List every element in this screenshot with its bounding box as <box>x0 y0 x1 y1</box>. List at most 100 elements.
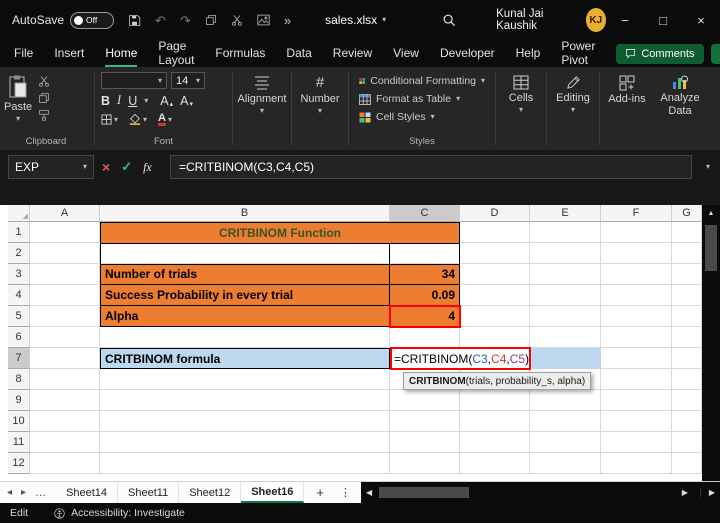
comments-button[interactable]: Comments <box>616 43 704 64</box>
cell-c3-value[interactable]: 34 <box>390 265 459 285</box>
tab-help[interactable]: Help <box>516 40 541 67</box>
scroll-right-icon[interactable]: ▶ <box>682 488 688 497</box>
tab-formulas[interactable]: Formulas <box>215 40 265 67</box>
tab-view[interactable]: View <box>393 40 419 67</box>
name-box[interactable]: EXP ▾ <box>8 155 94 179</box>
tab-power-pivot[interactable]: Power Pivot <box>561 39 595 67</box>
row-header-3[interactable]: 3 <box>8 264 30 285</box>
font-name-select[interactable]: ▾ <box>101 72 167 89</box>
row-header-11[interactable]: 11 <box>8 432 30 453</box>
row-header-5[interactable]: 5 <box>8 306 30 327</box>
insert-function-button[interactable]: fx <box>143 160 152 175</box>
accessibility-icon[interactable] <box>54 507 65 519</box>
decrease-font-size-button[interactable]: A ▾ <box>180 94 193 108</box>
column-header-e[interactable]: E <box>530 205 601 222</box>
addins-button[interactable]: Add-ins <box>606 72 648 105</box>
cell-styles-button[interactable]: Cell Styles ▾ <box>355 108 489 126</box>
paste-button[interactable]: Paste ▾ <box>4 72 32 123</box>
prev-sheet-icon[interactable]: ◂ <box>7 487 12 498</box>
column-header-b[interactable]: B <box>100 205 390 222</box>
table-title-cell[interactable]: CRITBINOM Function <box>101 223 459 244</box>
column-header-f[interactable]: F <box>601 205 672 222</box>
horizontal-scroll-thumb[interactable] <box>379 487 470 498</box>
row-header-12[interactable]: 12 <box>8 453 30 474</box>
next-sheet-icon[interactable]: ▸ <box>21 487 26 498</box>
format-as-table-button[interactable]: Format as Table ▾ <box>355 90 489 108</box>
cut-button[interactable] <box>38 75 50 87</box>
format-painter-button[interactable] <box>38 109 50 121</box>
row-header-6[interactable]: 6 <box>8 327 30 348</box>
close-button[interactable]: × <box>682 0 720 40</box>
autosave-switch[interactable]: Off <box>70 11 115 29</box>
analyze-data-button[interactable]: Analyze Data <box>656 72 704 117</box>
accessibility-status[interactable]: Accessibility: Investigate <box>71 507 185 519</box>
tab-page-layout[interactable]: Page Layout <box>158 39 194 67</box>
tab-home[interactable]: Home <box>105 40 138 67</box>
blank-cell[interactable] <box>390 244 459 264</box>
cell-b4-label[interactable]: Success Probability in every trial <box>101 285 390 306</box>
increase-font-size-button[interactable]: A ▴ <box>160 94 173 108</box>
cells-button[interactable]: Cells ▾ <box>502 72 540 114</box>
corner-scroll-right-icon[interactable]: ▶ <box>699 488 715 497</box>
picture-icon[interactable] <box>257 14 270 26</box>
cell-b5-label[interactable]: Alpha <box>101 306 390 326</box>
avatar[interactable]: KJ <box>585 8 606 32</box>
expand-formula-bar-icon[interactable]: ▾ <box>706 163 710 171</box>
row-header-8[interactable]: 8 <box>8 369 30 390</box>
scroll-left-icon[interactable]: ◀ <box>366 488 372 497</box>
vertical-scroll-thumb[interactable] <box>705 225 717 271</box>
active-formula-cell[interactable]: =CRITBINOM(C3, C4, C5) <box>390 347 531 370</box>
redo-icon[interactable]: ↷ <box>180 14 191 27</box>
column-header-c[interactable]: C <box>390 205 460 222</box>
cell-b7-formula-label[interactable]: CRITBINOM formula <box>100 348 390 369</box>
tab-developer[interactable]: Developer <box>440 40 495 67</box>
borders-button[interactable]: ▾ <box>101 114 118 125</box>
undo-icon[interactable]: ↶ <box>155 14 166 27</box>
cell-e7-highlight[interactable] <box>530 348 601 369</box>
copy-icon[interactable] <box>205 14 217 26</box>
more-commands-icon[interactable]: » <box>284 14 291 27</box>
column-header-a[interactable]: A <box>30 205 100 222</box>
alignment-button[interactable]: Alignment ▾ <box>238 72 286 115</box>
blank-cell[interactable] <box>101 243 390 264</box>
vertical-scrollbar[interactable]: ▲ <box>702 205 720 481</box>
share-button[interactable] <box>710 43 720 64</box>
sheet-tab-sheet14[interactable]: Sheet14 <box>56 482 119 503</box>
document-title[interactable]: sales.xlsx ▾ <box>325 13 386 27</box>
editing-button[interactable]: Editing ▾ <box>553 72 593 114</box>
row-header-9[interactable]: 9 <box>8 390 30 411</box>
sheet-tab-sheet16[interactable]: Sheet16 <box>241 482 305 503</box>
sheet-tab-sheet12[interactable]: Sheet12 <box>179 482 242 503</box>
conditional-formatting-button[interactable]: Conditional Formatting ▾ <box>355 72 489 90</box>
row-header-7[interactable]: 7 <box>8 348 30 369</box>
bold-button[interactable]: B <box>101 94 110 108</box>
italic-button[interactable]: I <box>117 93 121 108</box>
autosave-toggle[interactable]: AutoSave Off <box>12 11 115 29</box>
underline-button[interactable]: U <box>128 94 137 108</box>
horizontal-scrollbar[interactable]: ◀ ▶ ▶ <box>361 482 720 503</box>
cell-c4-value[interactable]: 0.09 <box>390 285 459 305</box>
row-header-1[interactable]: 1 <box>8 222 30 243</box>
scroll-up-icon[interactable]: ▲ <box>702 205 720 217</box>
tab-data[interactable]: Data <box>286 40 311 67</box>
add-sheet-button[interactable]: + <box>316 485 324 500</box>
formula-input[interactable]: =CRITBINOM(C3,C4,C5) <box>170 155 692 179</box>
cancel-button[interactable]: × <box>102 159 110 175</box>
search-icon[interactable] <box>442 13 456 27</box>
column-header-g[interactable]: G <box>672 205 702 222</box>
row-header-10[interactable]: 10 <box>8 411 30 432</box>
font-color-button[interactable]: A ▾ <box>158 113 172 126</box>
select-all-corner[interactable]: ◢ <box>8 205 30 222</box>
more-sheets-icon[interactable]: … <box>35 487 46 499</box>
fill-color-button[interactable]: ▾ <box>129 114 147 125</box>
grid-cells[interactable]: CRITBINOM Function Number of trials 34 S… <box>30 222 702 474</box>
tab-review[interactable]: Review <box>333 40 372 67</box>
user-name[interactable]: Kunal Jai Kaushik <box>496 8 574 32</box>
column-header-d[interactable]: D <box>460 205 530 222</box>
tab-options-icon[interactable]: ⋮ <box>340 486 351 499</box>
sheet-tab-sheet11[interactable]: Sheet11 <box>118 482 180 503</box>
tab-insert[interactable]: Insert <box>54 40 84 67</box>
maximize-button[interactable]: □ <box>644 0 682 40</box>
row-header-4[interactable]: 4 <box>8 285 30 306</box>
save-icon[interactable] <box>128 14 141 27</box>
